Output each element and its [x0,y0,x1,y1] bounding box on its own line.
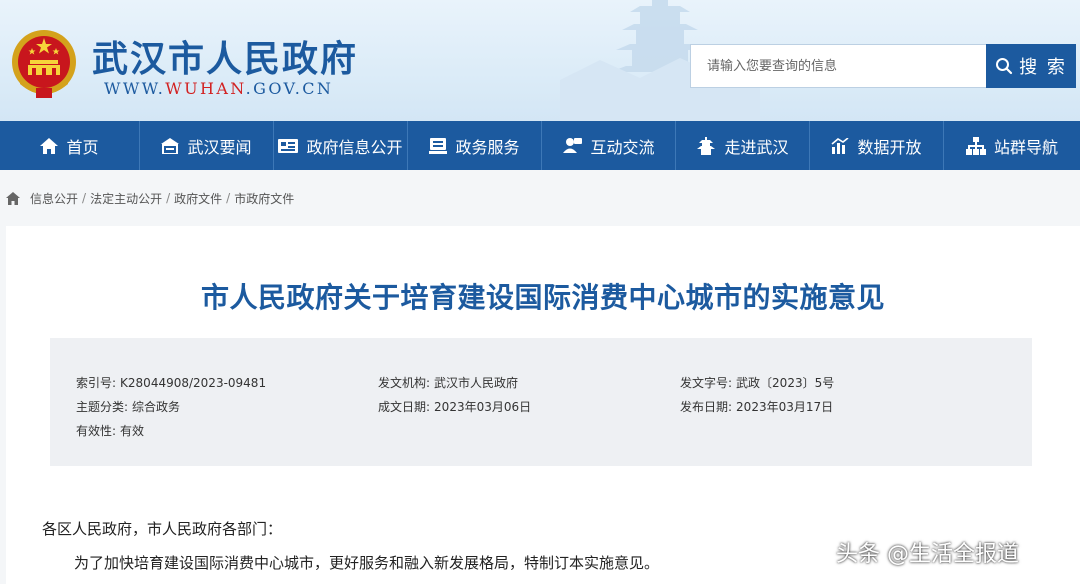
meta-label: 发布日期: [680,400,733,414]
meta-doc-no: 发文字号: 武政〔2023〕5号 [680,374,834,391]
breadcrumb-separator: / [82,191,87,205]
site-url-prefix: WWW. [104,79,166,98]
search-box [690,44,986,88]
document-salutation: 各区人民政府，市人民政府各部门： [42,520,283,538]
meta-value: 武汉市人民政府 [434,376,519,390]
main-nav: 首页 武汉要闻 政府信息公开 政务服务 互动交流 走进武汉 数据开放 站群导航 [0,121,1080,170]
meta-label: 发文机构: [378,376,431,390]
home-icon [40,137,59,154]
watermark: 头条 @生活全报道 [836,542,1019,567]
nav-item-label: 政府信息公开 [306,137,403,157]
nav-item-gov-service[interactable]: 政务服务 [408,121,542,170]
meta-value: K28044908/2023-09481 [120,376,267,390]
breadcrumb-item[interactable]: 市政府文件 [234,190,294,207]
meta-index-no: 索引号: K28044908/2023-09481 [76,374,266,391]
nav-item-open-data[interactable]: 数据开放 [810,121,944,170]
nav-item-label: 首页 [66,137,99,157]
meta-label: 主题分类: [76,400,129,414]
meta-value: 2023年03月17日 [736,400,834,414]
document-meta-box: 索引号: K28044908/2023-09481 发文机构: 武汉市人民政府 发文… [50,338,1032,466]
meta-label: 成文日期: [378,400,431,414]
breadcrumb-item[interactable]: 法定主动公开 [90,190,162,207]
national-emblem-logo[interactable] [10,28,78,100]
search-button[interactable]: 搜 索 [986,44,1076,88]
tower-icon [697,136,716,155]
nav-item-label: 互动交流 [590,137,655,157]
info-disclosure-icon [278,138,299,153]
document-paragraph: 为了加快培育建设国际消费中心城市，更好服务和融入新发展格局，特制订本实施意见。 [74,554,660,572]
breadcrumb-item[interactable]: 政府文件 [174,190,222,207]
nav-item-explore-wuhan[interactable]: 走进武汉 [676,121,810,170]
nav-item-interaction[interactable]: 互动交流 [542,121,676,170]
site-name[interactable]: 武汉市人民政府 [92,30,358,82]
site-url[interactable]: WWW.WUHAN.GOV.CN [104,79,333,98]
meta-value: 综合政务 [132,400,181,414]
search-icon [996,58,1013,75]
breadcrumb-separator: / [166,191,171,205]
meta-publish-date: 发布日期: 2023年03月17日 [680,398,833,415]
search-button-label: 搜 索 [1019,57,1067,78]
nav-item-label: 武汉要闻 [187,137,252,157]
site-url-brand: WUHAN [165,79,246,98]
nav-item-wuhan-news[interactable]: 武汉要闻 [140,121,274,170]
meta-label: 索引号: [76,376,117,390]
interaction-icon [563,137,583,153]
meta-value: 武政〔2023〕5号 [736,376,835,390]
document-title: 市人民政府关于培育建设国际消费中心城市的实施意见 [200,281,885,314]
meta-label: 发文字号: [680,376,733,390]
meta-value: 有效 [120,424,145,438]
service-icon [429,137,448,154]
data-chart-icon [831,137,849,154]
nav-item-label: 数据开放 [857,137,922,157]
meta-label: 有效性: [76,424,117,438]
site-network-icon [965,136,986,155]
breadcrumb: 信息公开 / 法定主动公开 / 政府文件 / 市政府文件 [6,188,294,208]
site-url-suffix: .GOV.CN [245,79,334,98]
news-icon [161,137,180,154]
meta-validity: 有效性: 有效 [76,422,144,439]
nav-item-site-navigation[interactable]: 站群导航 [944,121,1080,170]
meta-issuer: 发文机构: 武汉市人民政府 [378,374,518,391]
document-content: 市人民政府关于培育建设国际消费中心城市的实施意见 索引号: K28044908/2… [6,226,1080,584]
breadcrumb-item[interactable]: 信息公开 [30,190,78,207]
nav-item-label: 政务服务 [455,137,520,157]
nav-item-label: 走进武汉 [724,137,789,157]
nav-item-label: 站群导航 [993,137,1058,157]
search-input[interactable] [691,45,986,87]
meta-created-date: 成文日期: 2023年03月06日 [378,398,531,415]
nav-item-home[interactable]: 首页 [0,121,140,170]
meta-category: 主题分类: 综合政务 [76,398,180,415]
site-header: 武汉市人民政府 WWW.WUHAN.GOV.CN 搜 索 [0,0,1080,121]
meta-value: 2023年03月06日 [434,400,532,414]
home-icon[interactable] [6,191,20,205]
breadcrumb-separator: / [226,191,231,205]
nav-item-info-disclosure[interactable]: 政府信息公开 [274,121,408,170]
